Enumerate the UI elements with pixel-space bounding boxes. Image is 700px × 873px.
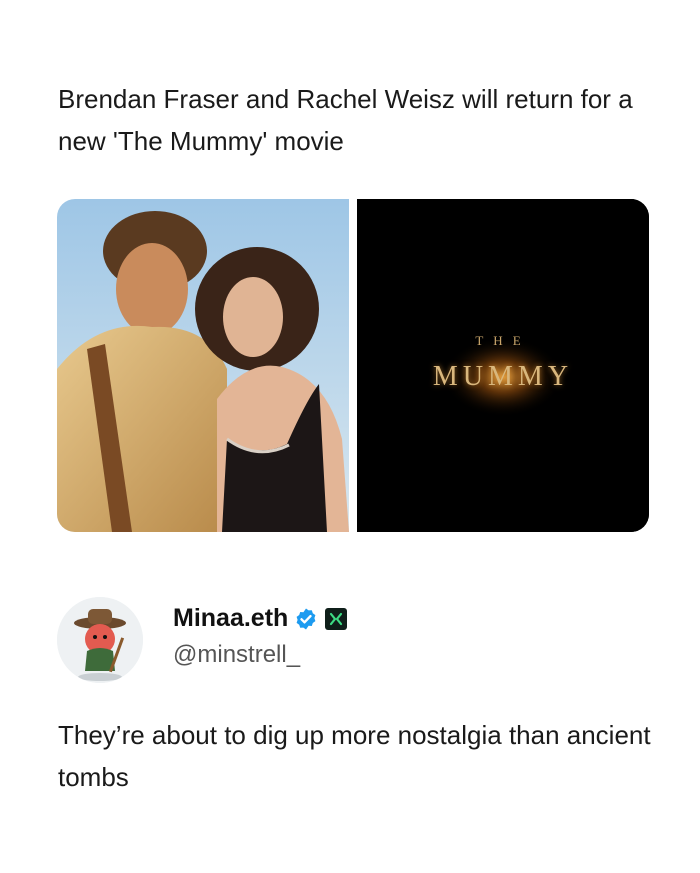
tweet-author[interactable]: Minaa.eth @minstrell_	[57, 597, 657, 687]
post-headline: Brendan Fraser and Rachel Weisz will ret…	[58, 84, 633, 156]
author-handle[interactable]: @minstrell_	[173, 641, 300, 669]
cartoon-explorer-avatar-icon	[57, 597, 143, 683]
author-name-row: Minaa.eth	[173, 604, 348, 633]
tweet-text: They’re about to dig up more nostalgia t…	[58, 720, 651, 792]
display-name[interactable]: Minaa.eth	[173, 604, 288, 633]
media-grid[interactable]: THE MUMMY	[57, 199, 649, 532]
movie-still-image[interactable]	[57, 199, 349, 532]
couple-photo-illustration	[57, 199, 349, 532]
logo-the-text: THE	[475, 333, 531, 348]
avatar[interactable]	[57, 597, 143, 683]
the-mummy-logo-image[interactable]: THE MUMMY	[357, 199, 649, 532]
logo-mummy-text: MUMMY	[432, 361, 574, 392]
verified-icon	[294, 607, 318, 631]
app-badge-icon	[324, 607, 348, 631]
